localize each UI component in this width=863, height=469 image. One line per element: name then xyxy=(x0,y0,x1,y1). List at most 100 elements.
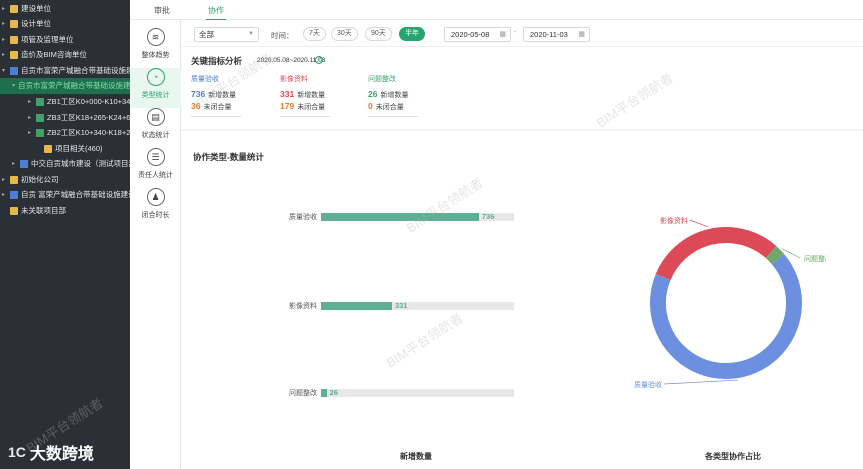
grid-icon xyxy=(36,98,44,106)
tree-item-label: 中交自贡城市建设（测试项目部） xyxy=(31,159,130,168)
key-metrics-panel: 关键指标分析 2020.05.08~2020.11.03 i 质量验收 736 新… xyxy=(181,47,863,129)
tree-item[interactable]: ▸ 建设单位 xyxy=(2,1,51,17)
donut-slice[interactable] xyxy=(765,246,785,265)
menu-owner-stats[interactable]: ☰ 责任人统计 xyxy=(130,148,181,188)
tree-item[interactable]: ▸ ZB1工区K0+000-K10+340.Y5 xyxy=(28,94,130,110)
bar-category-label: 问题整改 xyxy=(289,390,317,397)
tree-item[interactable]: ▸ ZB3工区K18+265-K24+621.3 xyxy=(28,110,130,126)
type-select[interactable]: 全部 ▼ xyxy=(194,27,259,42)
tree-item-label: 项目相关(460) xyxy=(55,144,103,153)
caret-right-icon[interactable]: ▸ xyxy=(2,1,10,17)
end-date-value: 2020-11-03 xyxy=(530,30,568,39)
tree-item-label: 项管及监理单位 xyxy=(21,35,74,44)
range-30d-chip[interactable]: 30天 xyxy=(331,27,358,41)
start-date-input[interactable]: 2020-05-08 ▦ xyxy=(444,27,511,42)
folder-icon xyxy=(10,20,18,28)
tree-item[interactable]: ▾ 自贡市富荣产城融合带基础设施建设 xyxy=(0,78,130,94)
bar[interactable] xyxy=(321,213,479,221)
caret-down-icon[interactable]: ▾ xyxy=(12,78,15,94)
donut-slice[interactable] xyxy=(655,227,777,281)
bar-track xyxy=(321,302,514,310)
tree-item-label: 建设单位 xyxy=(21,4,51,13)
chevron-down-icon: ▼ xyxy=(248,31,254,37)
metric-group-title: 质量验收 xyxy=(191,76,219,83)
tree-item[interactable]: 项目相关(460) xyxy=(36,141,103,157)
tree-item-label: 初始化公司 xyxy=(21,175,59,184)
tab-approval[interactable]: 审批 xyxy=(154,5,170,16)
folder-icon xyxy=(44,145,52,153)
menu-status-stats-label: 状态统计 xyxy=(141,132,170,139)
tree-item-label: 造价及BIM咨询单位 xyxy=(21,50,87,59)
start-date-value: 2020-05-08 xyxy=(451,30,490,39)
bar[interactable] xyxy=(321,389,327,397)
metric-added-value: 736 xyxy=(191,89,206,99)
metric-unclosed-label: 未闭合量 xyxy=(203,104,232,111)
range-90d-chip[interactable]: 90天 xyxy=(365,27,392,41)
metric-unclosed-value: 36 xyxy=(191,101,201,111)
end-date-input[interactable]: 2020-11-03 ▦ xyxy=(523,27,590,42)
caret-right-icon[interactable]: ▸ xyxy=(28,125,36,141)
tree-item-label: 未关联项目部 xyxy=(21,206,66,215)
pie-axis-title: 各类型协作占比 xyxy=(705,452,761,461)
menu-overall-trend[interactable]: ≋ 整体趋势 xyxy=(130,28,181,68)
grid-icon xyxy=(20,160,28,168)
tree-item-label: ZB1工区K0+000-K10+340.Y5 xyxy=(47,97,130,106)
caret-right-icon[interactable]: ▸ xyxy=(2,187,10,203)
chart-title: 协作类型-数量统计 xyxy=(193,152,264,162)
tree-item[interactable]: 未关联项目部 xyxy=(2,203,66,219)
chart-panel: 协作类型-数量统计 质量验收 736 影像资料 331 问题整改 26 质量验收 影像资料问… xyxy=(181,131,863,469)
metric-group-title: 问题整改 xyxy=(368,76,396,83)
metric-unclosed-label: 未闭合量 xyxy=(297,104,326,111)
caret-right-icon[interactable]: ▸ xyxy=(2,47,10,63)
info-icon[interactable]: i xyxy=(315,56,323,64)
bar[interactable] xyxy=(321,302,392,310)
folder-icon xyxy=(10,207,18,215)
metric-unclosed-row: 179 未闭合量 xyxy=(280,100,332,112)
tree-item[interactable]: ▸ 设计单位 xyxy=(2,16,51,32)
menu-owner-stats-label: 责任人统计 xyxy=(138,172,173,179)
owner-stats-icon: ☰ xyxy=(146,148,165,166)
menu-type-stats[interactable]: ◔ 类型统计 xyxy=(130,68,181,108)
caret-right-icon[interactable]: ▸ xyxy=(2,172,10,188)
tab-collaboration[interactable]: 协作 xyxy=(206,5,226,21)
tree-item-label: 自贡市富荣产城融合带基础设施建设项目 xyxy=(21,66,130,75)
caret-right-icon[interactable]: ▸ xyxy=(28,94,36,110)
bar-axis-title: 新增数量 xyxy=(400,452,432,461)
tree-item[interactable]: ▸ 自贡 富荣产城融合带基础设施建设项目 xyxy=(2,187,130,203)
caret-right-icon[interactable]: ▸ xyxy=(2,32,10,48)
stats-menu: ≋ 整体趋势 ◔ 类型统计 ▤ 状态统计 ☰ 责任人统计 ♟ 闭合时长 xyxy=(130,20,181,469)
range-half-year-chip[interactable]: 半年 xyxy=(399,27,425,41)
tree-item[interactable]: ▸ 初始化公司 xyxy=(2,172,59,188)
metric-group-quality: 质量验收 736 新增数量 36 未闭合量 xyxy=(191,74,243,117)
metric-added-row: 331 新增数量 xyxy=(280,88,332,100)
metrics-title: 关键指标分析 xyxy=(191,56,243,66)
caret-right-icon[interactable]: ▸ xyxy=(28,110,36,126)
tree-item[interactable]: ▸ 项管及监理单位 xyxy=(2,32,74,48)
menu-status-stats[interactable]: ▤ 状态统计 xyxy=(130,108,181,148)
metric-unclosed-row: 0 未闭合量 xyxy=(368,100,420,112)
donut-chart: 质量验收 影像资料问题整改 xyxy=(634,216,826,389)
brand-text: 大数跨境 xyxy=(29,446,94,463)
bar-category-label: 质量验收 xyxy=(289,214,317,221)
menu-close-time[interactable]: ♟ 闭合时长 xyxy=(130,188,181,228)
menu-overall-trend-label: 整体趋势 xyxy=(141,52,170,59)
caret-right-icon[interactable]: ▸ xyxy=(12,156,20,172)
range-7d-chip[interactable]: 7天 xyxy=(303,27,326,41)
calendar-icon: ▦ xyxy=(499,31,506,38)
tree-item[interactable]: ▸ 造价及BIM咨询单位 xyxy=(2,47,87,63)
caret-down-icon[interactable]: ▾ xyxy=(2,63,10,79)
tree-item-label: 自贡 富荣产城融合带基础设施建设项目 xyxy=(21,190,130,199)
date-separator: - xyxy=(514,29,517,36)
metric-unclosed-row: 36 未闭合量 xyxy=(191,100,243,112)
metric-divider xyxy=(191,116,241,117)
caret-right-icon[interactable]: ▸ xyxy=(2,16,10,32)
type-stats-icon: ◔ xyxy=(146,68,165,86)
donut-slice[interactable] xyxy=(650,254,802,379)
bar-value-label: 331 xyxy=(394,301,408,310)
brand-mark: 1C xyxy=(8,444,26,460)
bar-category-label: 影像资料 xyxy=(289,303,317,310)
tree-item[interactable]: ▸ ZB2工区K10+340-K18+265.5 xyxy=(28,125,130,141)
folder-icon xyxy=(10,36,18,44)
tree-item[interactable]: ▸ 中交自贡城市建设（测试项目部） xyxy=(12,156,130,172)
tree-item[interactable]: ▾ 自贡市富荣产城融合带基础设施建设项目 xyxy=(2,63,130,79)
